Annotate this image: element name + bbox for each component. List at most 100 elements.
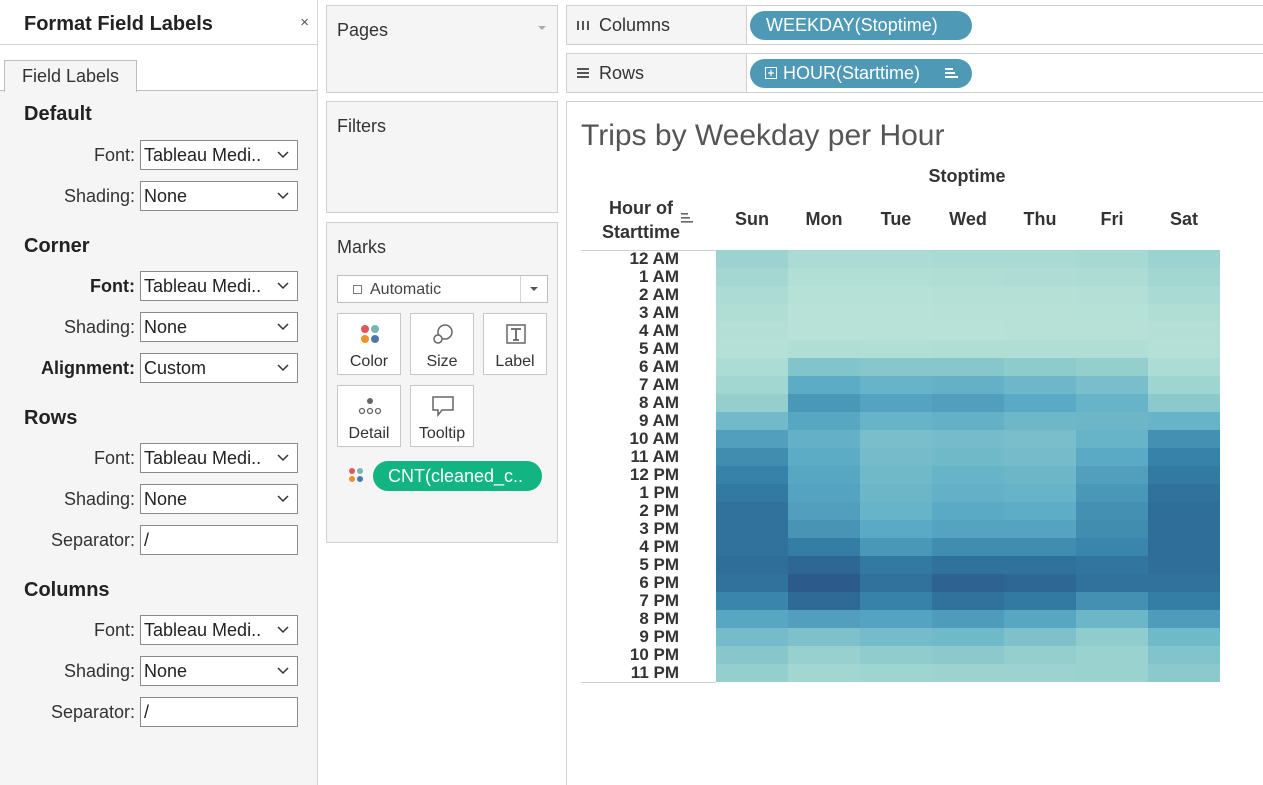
heatmap-cell[interactable]	[932, 286, 1004, 304]
heatmap-cell[interactable]	[1076, 520, 1148, 538]
heatmap-cell[interactable]	[932, 592, 1004, 610]
heatmap-cell[interactable]	[1076, 592, 1148, 610]
heatmap-cell[interactable]	[788, 610, 860, 628]
heatmap-cell[interactable]	[1076, 574, 1148, 592]
columns-field-pill[interactable]: WEEKDAY(Stoptime)	[750, 11, 972, 40]
heatmap-cell[interactable]	[860, 664, 932, 682]
heatmap-cell[interactable]	[1148, 484, 1220, 502]
heatmap-cell[interactable]	[1076, 430, 1148, 448]
heatmap-cell[interactable]	[788, 250, 860, 268]
heatmap-cell[interactable]	[788, 322, 860, 340]
sort-descending-icon[interactable]	[945, 67, 958, 79]
heatmap-cell[interactable]	[1004, 376, 1076, 394]
heatmap-cell[interactable]	[1148, 520, 1220, 538]
heatmap-cell[interactable]	[932, 250, 1004, 268]
heatmap-cell[interactable]	[1076, 664, 1148, 682]
heatmap-cell[interactable]	[716, 556, 788, 574]
tab-field-labels[interactable]: Field Labels	[4, 60, 137, 92]
heatmap-cell[interactable]	[932, 304, 1004, 322]
heatmap-cell[interactable]	[932, 520, 1004, 538]
heatmap-cell[interactable]	[716, 502, 788, 520]
heatmap-cell[interactable]	[932, 376, 1004, 394]
heatmap-cell[interactable]	[860, 412, 932, 430]
heatmap-cell[interactable]	[1004, 664, 1076, 682]
heatmap-cell[interactable]	[1148, 412, 1220, 430]
heatmap-cell[interactable]	[1148, 268, 1220, 286]
heatmap-cell[interactable]	[932, 358, 1004, 376]
heatmap-cell[interactable]	[860, 268, 932, 286]
heatmap-cell[interactable]	[932, 556, 1004, 574]
heatmap-cell[interactable]	[716, 448, 788, 466]
heatmap-cell[interactable]	[716, 628, 788, 646]
heatmap-cell[interactable]	[1148, 358, 1220, 376]
heatmap-cell[interactable]	[860, 592, 932, 610]
heatmap-cell[interactable]	[1148, 664, 1220, 682]
heatmap-cell[interactable]	[1076, 448, 1148, 466]
heatmap-cell[interactable]	[716, 394, 788, 412]
heatmap-cell[interactable]	[716, 538, 788, 556]
size-button[interactable]: Size	[410, 313, 474, 375]
heatmap-cell[interactable]	[1004, 592, 1076, 610]
heatmap-cell[interactable]	[860, 340, 932, 358]
heatmap-cell[interactable]	[716, 610, 788, 628]
heatmap-cell[interactable]	[1076, 322, 1148, 340]
heatmap-cell[interactable]	[860, 466, 932, 484]
heatmap-cell[interactable]	[860, 394, 932, 412]
detail-button[interactable]: Detail	[337, 385, 401, 447]
corner-alignment-dropdown[interactable]: Custom	[140, 353, 298, 383]
default-shading-dropdown[interactable]: None	[140, 181, 298, 211]
rows-font-dropdown[interactable]: Tableau Medi..	[140, 443, 298, 473]
heatmap-cell[interactable]	[860, 358, 932, 376]
heatmap-cell[interactable]	[1004, 268, 1076, 286]
heatmap-cell[interactable]	[1076, 340, 1148, 358]
heatmap-cell[interactable]	[1076, 268, 1148, 286]
heatmap-cell[interactable]	[1004, 628, 1076, 646]
heatmap-cell[interactable]	[716, 520, 788, 538]
heatmap-cell[interactable]	[1004, 394, 1076, 412]
heatmap-cell[interactable]	[788, 592, 860, 610]
heatmap-cell[interactable]	[716, 250, 788, 268]
heatmap-cell[interactable]	[932, 574, 1004, 592]
heatmap-cell[interactable]	[788, 376, 860, 394]
heatmap-cell[interactable]	[1076, 538, 1148, 556]
heatmap-cell[interactable]	[932, 448, 1004, 466]
heatmap-cell[interactable]	[860, 430, 932, 448]
heatmap-cell[interactable]	[1148, 466, 1220, 484]
heatmap-cell[interactable]	[1076, 484, 1148, 502]
heatmap-cell[interactable]	[932, 484, 1004, 502]
heatmap-cell[interactable]	[1004, 250, 1076, 268]
heatmap-cell[interactable]	[788, 394, 860, 412]
heatmap-cell[interactable]	[1148, 502, 1220, 520]
heatmap-cell[interactable]	[1076, 466, 1148, 484]
heatmap-cell[interactable]	[1148, 538, 1220, 556]
rows-field-pill[interactable]: HOUR(Starttime)	[750, 59, 972, 88]
heatmap-cell[interactable]	[1148, 556, 1220, 574]
heatmap-cell[interactable]	[932, 340, 1004, 358]
heatmap-cell[interactable]	[1004, 466, 1076, 484]
rows-shading-dropdown[interactable]: None	[140, 484, 298, 514]
heatmap-cell[interactable]	[788, 430, 860, 448]
sort-icon[interactable]	[681, 212, 693, 224]
caret-down-icon[interactable]	[537, 24, 547, 32]
heatmap-cell[interactable]	[860, 502, 932, 520]
heatmap-cell[interactable]	[1076, 502, 1148, 520]
heatmap-cell[interactable]	[716, 430, 788, 448]
heatmap-cell[interactable]	[788, 646, 860, 664]
heatmap-cell[interactable]	[716, 592, 788, 610]
columns-separator-input[interactable]: /	[140, 697, 298, 727]
heatmap-cell[interactable]	[788, 556, 860, 574]
heatmap-cell[interactable]	[1148, 628, 1220, 646]
heatmap-cell[interactable]	[1004, 556, 1076, 574]
heatmap-cell[interactable]	[788, 520, 860, 538]
heatmap-cell[interactable]	[932, 502, 1004, 520]
color-button[interactable]: Color	[337, 313, 401, 375]
heatmap-cell[interactable]	[716, 304, 788, 322]
heatmap-cell[interactable]	[860, 376, 932, 394]
corner-shading-dropdown[interactable]: None	[140, 312, 298, 342]
default-font-dropdown[interactable]: Tableau Medi..	[140, 140, 298, 170]
heatmap-cell[interactable]	[1004, 646, 1076, 664]
heatmap-cell[interactable]	[716, 322, 788, 340]
heatmap-cell[interactable]	[788, 502, 860, 520]
heatmap-cell[interactable]	[1076, 412, 1148, 430]
heatmap-cell[interactable]	[1004, 340, 1076, 358]
